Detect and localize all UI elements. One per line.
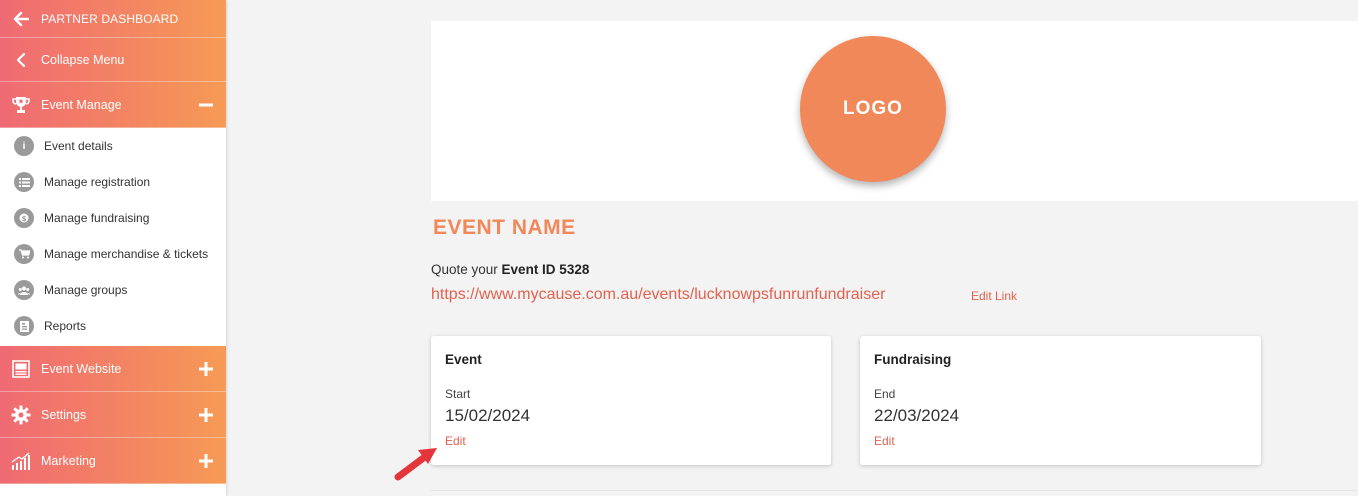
card-key: End <box>874 387 896 401</box>
svg-text:$: $ <box>22 215 27 223</box>
settings-label: Settings <box>41 407 87 422</box>
event-url-link[interactable]: https://www.mycause.com.au/events/luckno… <box>431 286 885 304</box>
event-manage-label: Event Manage <box>41 97 122 112</box>
minus-icon[interactable] <box>186 103 226 107</box>
plus-icon[interactable] <box>186 407 226 422</box>
event-logo[interactable]: LOGO <box>800 36 946 182</box>
partner-dashboard-label: PARTNER DASHBOARD <box>41 11 179 26</box>
sub-item-label: Manage merchandise & tickets <box>44 247 209 261</box>
edit-event-date-button[interactable]: Edit <box>445 434 466 448</box>
marketing-label: Marketing <box>41 453 96 468</box>
sidebar-item-manage-fundraising[interactable]: $ Manage fundraising <box>0 200 226 236</box>
dollar-icon: $ <box>14 208 34 228</box>
sidebar-item-reports[interactable]: Reports <box>0 308 226 344</box>
event-manage-submenu: i Event details Manage registration $ Ma… <box>0 128 226 344</box>
quote-prefix: Quote your <box>431 262 502 277</box>
event-banner: LOGO <box>431 21 1358 201</box>
list-icon <box>14 172 34 192</box>
pointer-arrow-icon <box>394 448 437 481</box>
card-value: 22/03/2024 <box>874 406 960 425</box>
sub-item-label: Manage groups <box>44 283 128 297</box>
event-name-title: EVENT NAME <box>433 216 576 239</box>
arrow-left-icon <box>0 11 41 27</box>
sidebar-item-marketing[interactable]: Marketing <box>0 438 226 484</box>
image-icon <box>0 359 41 378</box>
card-title: Event <box>445 352 482 367</box>
sidebar-item-event-details[interactable]: i Event details <box>0 128 226 164</box>
info-icon: i <box>14 136 34 156</box>
chevron-left-icon <box>0 52 41 67</box>
sidebar: PARTNER DASHBOARD Collapse Menu Event Ma… <box>0 0 226 496</box>
trophy-icon <box>0 96 41 114</box>
edit-fundraising-date-button[interactable]: Edit <box>874 434 895 448</box>
sidebar-item-manage-merchandise[interactable]: Manage merchandise & tickets <box>0 236 226 272</box>
sidebar-item-event-website[interactable]: Event Website <box>0 346 226 392</box>
sidebar-item-settings[interactable]: Settings <box>0 392 226 438</box>
sub-item-label: Manage registration <box>44 175 151 189</box>
collapse-menu-button[interactable]: Collapse Menu <box>0 38 226 82</box>
chart-growth-icon <box>0 452 41 470</box>
event-card: Event Start 15/02/2024 Edit <box>431 336 831 465</box>
collapse-menu-label: Collapse Menu <box>41 52 125 67</box>
sub-item-label: Reports <box>44 319 87 333</box>
group-icon <box>14 280 34 300</box>
sub-item-label: Event details <box>44 139 113 153</box>
main-content: LOGO EVENT NAME Quote your Event ID 5328… <box>226 0 1358 496</box>
event-id-line: Quote your Event ID 5328 <box>431 262 589 277</box>
fundraising-card: Fundraising End 22/03/2024 Edit <box>860 336 1261 465</box>
sidebar-item-event-manage[interactable]: Event Manage <box>0 82 226 128</box>
cart-icon <box>14 244 34 264</box>
plus-icon[interactable] <box>186 361 226 376</box>
report-icon <box>14 316 34 336</box>
card-title: Fundraising <box>874 352 952 367</box>
card-key: Start <box>445 387 471 401</box>
plus-icon[interactable] <box>186 453 226 468</box>
partner-dashboard-link[interactable]: PARTNER DASHBOARD <box>0 0 226 38</box>
event-website-label: Event Website <box>41 361 122 376</box>
edit-link-button[interactable]: Edit Link <box>971 289 1017 303</box>
card-value: 15/02/2024 <box>445 406 531 425</box>
sidebar-item-manage-registration[interactable]: Manage registration <box>0 164 226 200</box>
sub-item-label: Manage fundraising <box>44 211 150 225</box>
next-section-edge <box>431 490 1358 496</box>
event-id: Event ID 5328 <box>501 262 590 277</box>
gear-icon <box>0 405 41 425</box>
sidebar-item-manage-groups[interactable]: Manage groups <box>0 272 226 308</box>
